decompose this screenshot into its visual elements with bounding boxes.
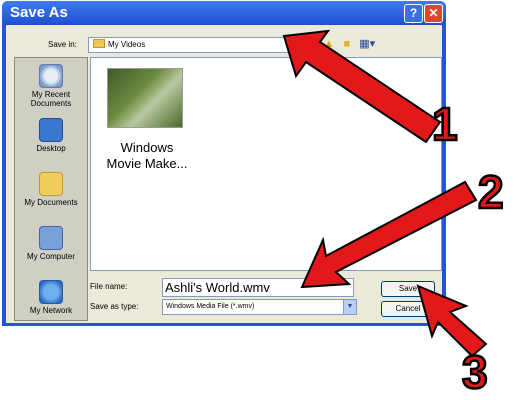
callout-number-2: 2 [478, 166, 504, 218]
places-item-label: My Documents [24, 198, 78, 207]
save-as-type-label: Save as type: [90, 302, 139, 311]
dialog-body: Save in: My Videos ▼ ◀ ▲ ■ ▦▾ My Recent … [6, 25, 442, 323]
folder-icon [93, 39, 105, 48]
places-item-my-computer[interactable]: My Computer [15, 226, 87, 261]
places-item-desktop[interactable]: Desktop [15, 118, 87, 153]
places-bar: My Recent Documents Desktop My Documents… [14, 57, 88, 321]
dialog-title: Save As [10, 4, 68, 21]
places-item-label: My Recent Documents [30, 90, 72, 108]
file-name-label: File name: [90, 282, 128, 291]
places-item-label: Desktop [36, 144, 66, 153]
help-button[interactable]: ? [404, 4, 423, 23]
my-computer-icon [39, 226, 63, 250]
save-in-label: Save in: [48, 40, 77, 49]
views-menu-icon[interactable]: ▦▾ [359, 37, 375, 50]
my-documents-icon [39, 172, 63, 196]
back-icon[interactable]: ◀ [306, 37, 314, 50]
save-as-dialog: Save As ? ✕ Save in: My Videos ▼ ◀ ▲ ■ ▦… [2, 1, 446, 326]
my-network-icon [39, 280, 63, 304]
up-folder-icon[interactable]: ▲ [324, 38, 335, 50]
save-button[interactable]: Save [381, 281, 435, 297]
places-item-my-documents[interactable]: My Documents [15, 172, 87, 207]
file-item-label-line-1: Windows [120, 140, 174, 155]
places-item-label: My Network [29, 306, 73, 315]
file-list[interactable]: Windows Movie Make... [90, 57, 442, 271]
cancel-button[interactable]: Cancel [381, 301, 435, 317]
file-item-label: Windows Movie Make... [93, 140, 201, 172]
places-item-label: My Computer [26, 252, 75, 261]
chevron-down-icon[interactable]: ▼ [343, 300, 356, 314]
title-bar[interactable]: Save As ? ✕ [2, 1, 446, 25]
file-name-input[interactable]: Ashli's World.wmv [162, 278, 354, 297]
desktop-icon [39, 118, 63, 142]
save-as-type-dropdown[interactable]: Windows Media File (*.wmv) ▼ [162, 299, 357, 315]
file-item-label-line-2: Movie Make... [106, 156, 188, 171]
save-in-value: My Videos [108, 40, 146, 49]
recent-documents-icon [39, 64, 63, 88]
video-thumbnail [107, 68, 183, 128]
places-item-recent-documents[interactable]: My Recent Documents [15, 64, 87, 108]
close-button[interactable]: ✕ [424, 4, 443, 23]
places-item-my-network[interactable]: My Network [15, 280, 87, 315]
callout-number-3: 3 [462, 346, 488, 398]
new-folder-icon[interactable]: ■ [343, 38, 350, 50]
dialog-toolbar: ◀ ▲ ■ ▦▾ [306, 37, 406, 51]
chevron-down-icon[interactable]: ▼ [288, 38, 301, 52]
save-as-type-value: Windows Media File (*.wmv) [166, 303, 255, 310]
save-in-dropdown[interactable]: My Videos ▼ [88, 37, 302, 53]
